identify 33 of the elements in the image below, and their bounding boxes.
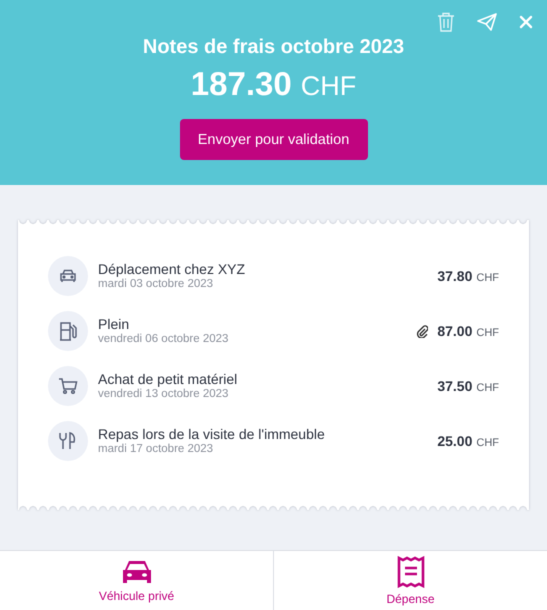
expense-currency: CHF — [476, 326, 499, 338]
total-currency: CHF — [300, 71, 356, 102]
report-title: Notes de frais octobre 2023 — [142, 36, 404, 59]
receipt-icon — [396, 556, 426, 588]
car-icon — [48, 256, 88, 296]
expense-amount: 25.00 — [437, 432, 472, 448]
expense-date: mardi 03 octobre 2023 — [98, 278, 214, 290]
submit-button[interactable]: Envoyer pour validation — [180, 119, 368, 160]
expense-currency: CHF — [476, 272, 499, 284]
expense-amount: 37.80 — [437, 268, 472, 284]
paper-plane-icon[interactable] — [477, 13, 497, 31]
expense-currency: CHF — [476, 436, 499, 448]
expense-amount: 87.00 — [437, 322, 472, 338]
expense-row[interactable]: Plein vendredi 06 octobre 2023 87.00 CHF — [48, 310, 499, 351]
expense-title: Repas lors de la visite de l'immeuble — [98, 426, 326, 442]
cart-icon — [48, 366, 88, 406]
total-amount: 187.30 — [190, 65, 292, 103]
expense-title: Plein — [98, 316, 130, 332]
expense-title: Déplacement chez XYZ — [98, 261, 246, 277]
expense-row[interactable]: Achat de petit matériel vendredi 13 octobre 2023 37.50 CHF — [48, 365, 499, 406]
expense-currency: CHF — [476, 382, 499, 394]
expense-date: vendredi 13 octobre 2023 — [98, 388, 230, 400]
expense-row[interactable]: Déplacement chez XYZ mardi 03 octobre 2023 37.80 CHF — [48, 255, 499, 296]
fuel-pump-icon — [48, 310, 88, 350]
close-icon[interactable] — [519, 15, 533, 29]
car-icon — [120, 558, 152, 584]
expense-date: mardi 17 octobre 2023 — [98, 443, 214, 455]
expense-row[interactable]: Repas lors de la visite de l'immeuble mardi 17 octobre 2023 25.00 CHF — [48, 420, 499, 461]
cutlery-icon — [48, 420, 88, 460]
trash-icon[interactable] — [437, 12, 455, 32]
expense-title: Achat de petit matériel — [98, 371, 238, 387]
expense-date: vendredi 06 octobre 2023 — [98, 333, 230, 345]
expense-amount: 37.50 — [437, 378, 472, 394]
